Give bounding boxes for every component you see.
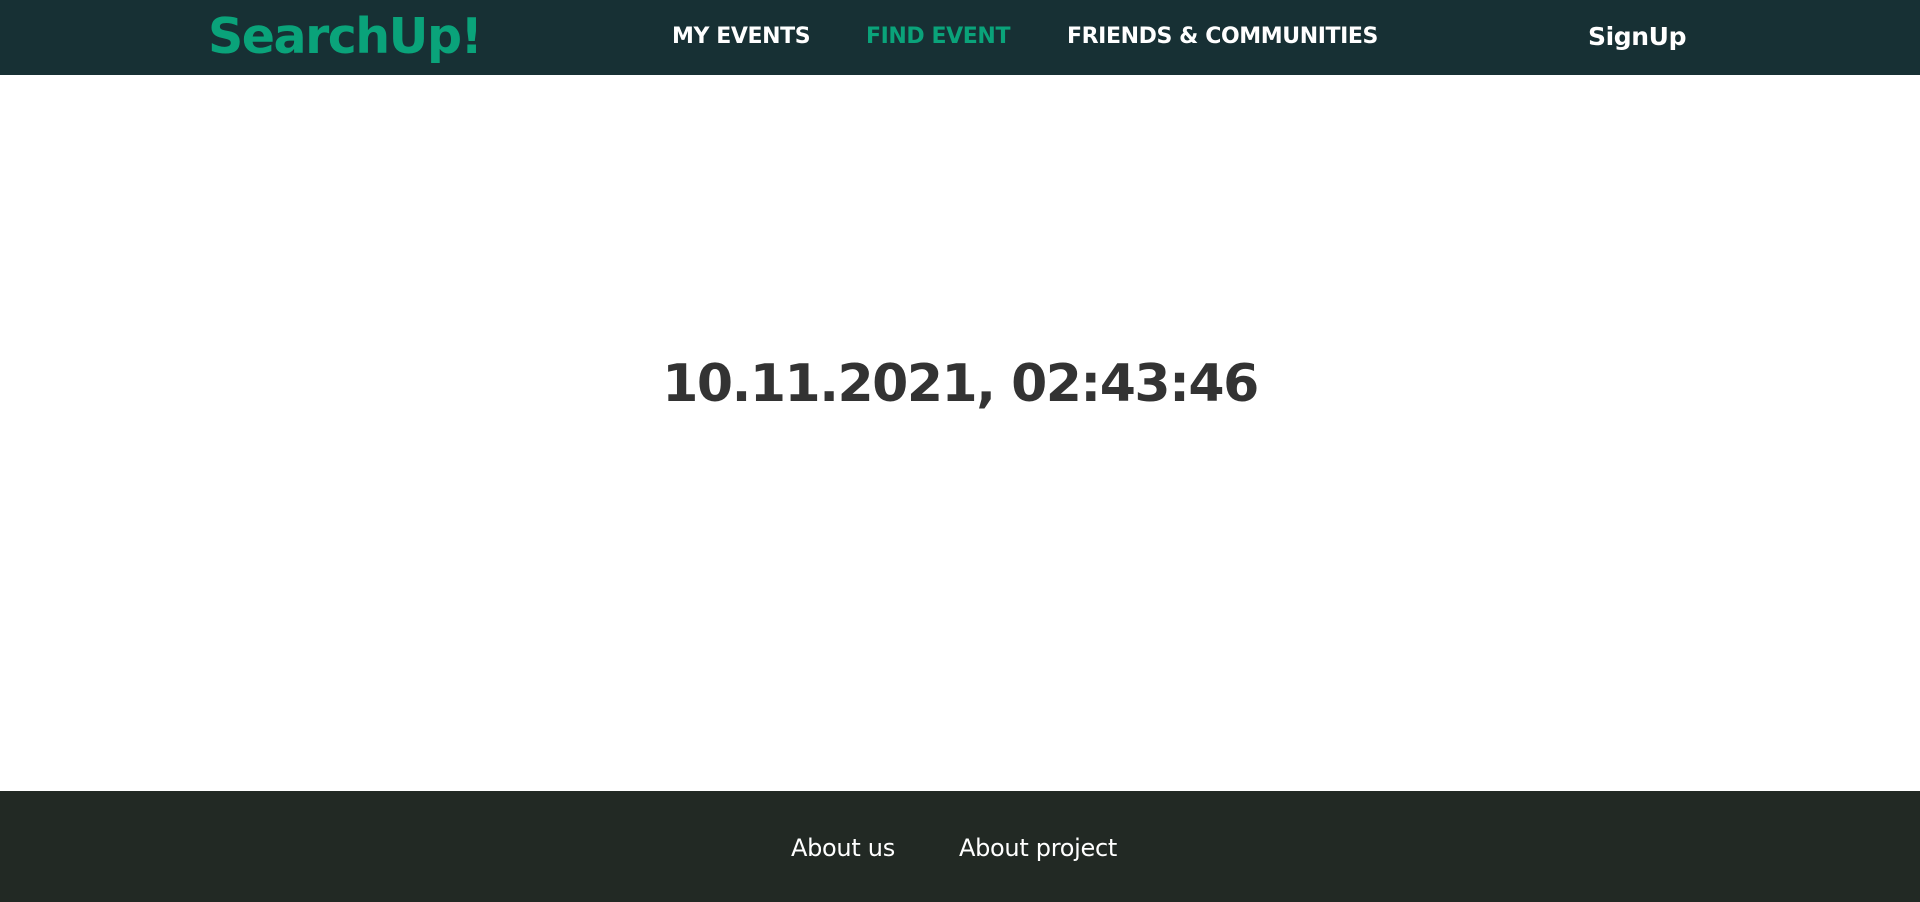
top-navigation-bar: SearchUp! MY EVENTS FIND EVENT FRIENDS &… [0,0,1920,75]
nav-friends-communities[interactable]: FRIENDS & COMMUNITIES [1067,22,1378,52]
footer-about-us-link[interactable]: About us [791,832,895,864]
footer-about-project-link[interactable]: About project [959,832,1117,864]
nav-my-events[interactable]: MY EVENTS [672,22,811,52]
nav-find-event[interactable]: FIND EVENT [866,22,1010,52]
footer: About us About project [0,791,1920,902]
logo[interactable]: SearchUp! [208,8,483,66]
signup-link[interactable]: SignUp [1588,20,1686,54]
main-content: 10.11.2021, 02:43:46 [0,75,1920,791]
current-datetime: 10.11.2021, 02:43:46 [662,354,1259,414]
